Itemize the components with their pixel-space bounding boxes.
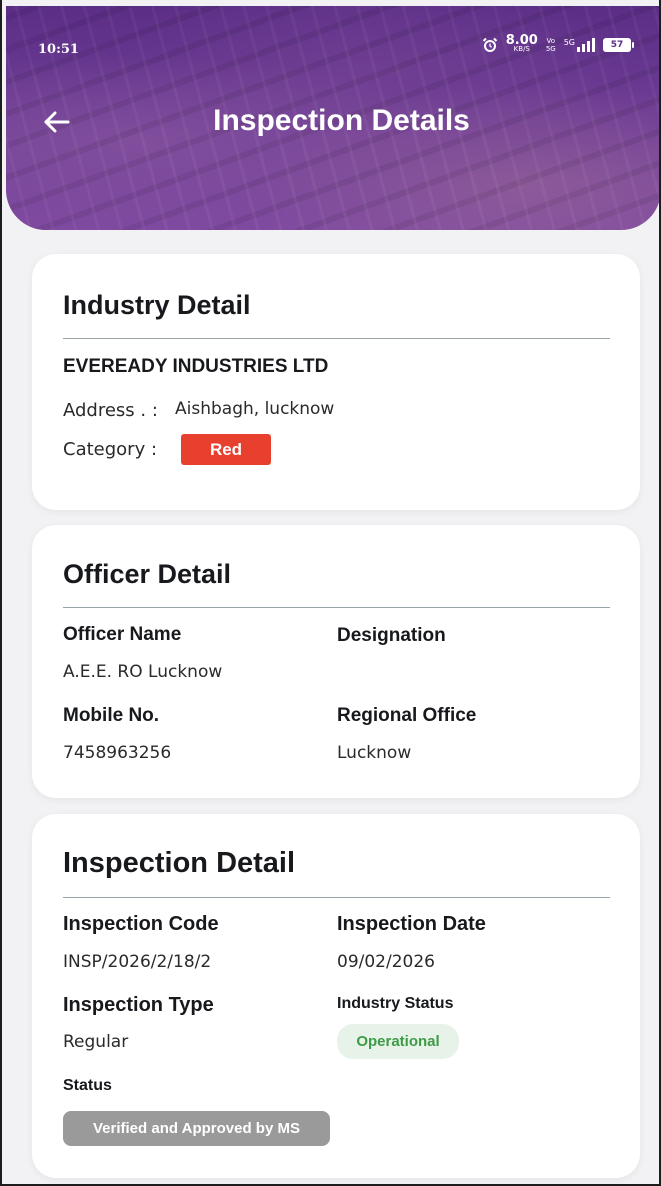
designation-label: Designation xyxy=(337,625,446,646)
officer-name-label: Officer Name xyxy=(63,624,182,645)
category-label: Category : xyxy=(63,439,158,460)
alarm-clock-icon xyxy=(482,37,497,52)
status-time: 10:51 xyxy=(38,42,79,57)
page-title: Inspection Details xyxy=(213,104,470,137)
inspection-date-value: 09/02/2026 xyxy=(337,952,435,972)
industry-name: EVEREADY INDUSTRIES LTD xyxy=(63,356,329,377)
signal-indicator: 5G xyxy=(564,38,595,52)
inspection-detail-card: Inspection Detail Inspection Code INSP/2… xyxy=(32,814,640,1178)
status-badge: Verified and Approved by MS xyxy=(63,1111,330,1146)
inspection-code-value: INSP/2026/2/18/2 xyxy=(63,952,212,972)
officer-section-title: Officer Detail xyxy=(63,559,232,589)
regional-office-label: Regional Office xyxy=(337,705,477,726)
battery-icon: 57 xyxy=(603,38,634,52)
speed-value: 8.00 xyxy=(505,33,538,48)
address-value: Aishbagh, lucknow xyxy=(175,399,335,419)
volte-indicator: Vo 5G xyxy=(546,37,556,53)
mobile-value: 7458963256 xyxy=(63,743,172,763)
industry-status-badge: Operational xyxy=(337,1024,459,1059)
mobile-label: Mobile No. xyxy=(63,705,160,726)
battery-level: 57 xyxy=(610,40,624,50)
address-label: Address . : xyxy=(63,400,158,421)
inspection-section-title: Inspection Detail xyxy=(63,847,296,879)
volte-top: Vo xyxy=(546,37,556,45)
status-icons: 8.00 KB/S Vo 5G 5G 57 xyxy=(482,33,634,54)
status-bar: 10:51 8.00 KB/S Vo 5G 5G 57 xyxy=(6,33,661,66)
inspection-type-value: Regular xyxy=(63,1032,129,1052)
industry-section-title: Industry Detail xyxy=(63,290,251,320)
inspection-code-label: Inspection Code xyxy=(63,913,219,935)
industry-detail-card: Industry Detail EVEREADY INDUSTRIES LTD … xyxy=(32,254,640,510)
signal-bars-icon xyxy=(577,38,595,52)
network-speed: 8.00 KB/S xyxy=(505,33,538,54)
officer-detail-card: Officer Detail Officer Name A.E.E. RO Lu… xyxy=(32,525,640,798)
volte-bottom: 5G xyxy=(545,45,556,53)
regional-office-value: Lucknow xyxy=(337,743,412,763)
officer-divider xyxy=(63,607,610,608)
industry-status-label: Industry Status xyxy=(337,995,454,1012)
app-header: 10:51 8.00 KB/S Vo 5G 5G 57 Inspection D… xyxy=(6,6,661,230)
industry-divider xyxy=(63,338,610,339)
category-badge: Red xyxy=(181,434,271,465)
speed-unit: KB/S xyxy=(513,45,530,53)
inspection-date-label: Inspection Date xyxy=(337,913,486,935)
status-label: Status xyxy=(63,1077,112,1094)
inspection-divider xyxy=(63,897,610,898)
officer-name-value: A.E.E. RO Lucknow xyxy=(63,662,223,682)
inspection-type-label: Inspection Type xyxy=(63,994,214,1016)
network-type: 5G xyxy=(563,38,575,47)
